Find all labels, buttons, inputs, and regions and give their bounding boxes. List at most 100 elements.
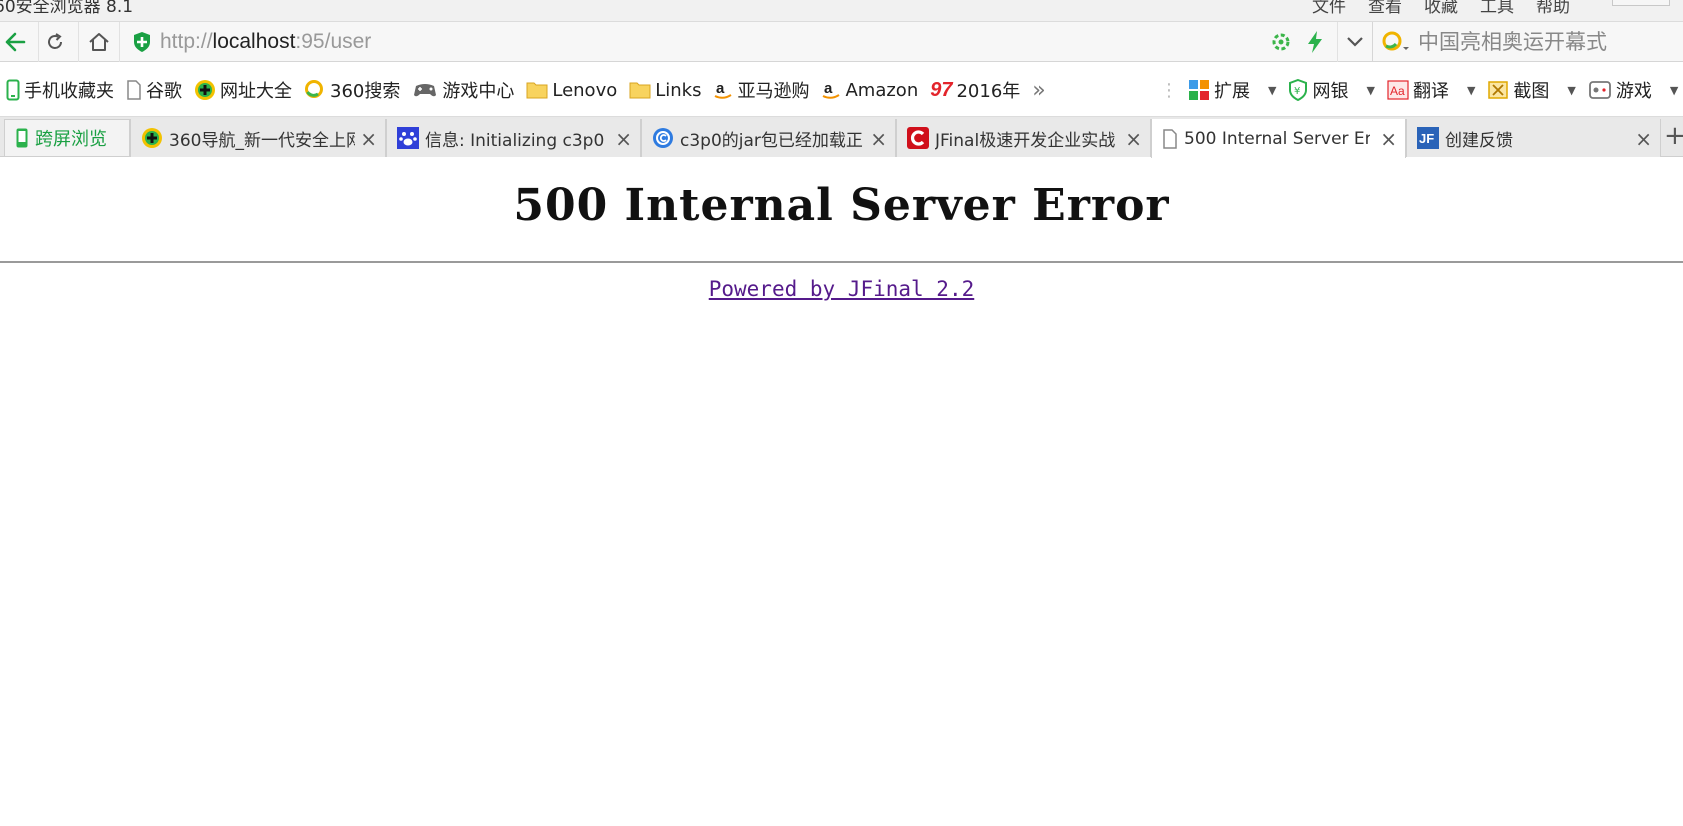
tab-500-error[interactable]: 500 Internal Server Erro × xyxy=(1151,119,1406,159)
menu-favorites[interactable]: 收藏 xyxy=(1424,0,1458,17)
c-logo-icon xyxy=(907,127,929,149)
360-nav-icon xyxy=(195,80,215,100)
translate-button[interactable]: Aa 翻译 ▼ xyxy=(1387,74,1475,106)
close-tab-icon[interactable]: × xyxy=(1380,127,1397,151)
cross-screen-browse-button[interactable]: 跨屏浏览 xyxy=(4,119,130,157)
caret-down-icon[interactable]: ▼ xyxy=(1670,84,1678,97)
url-field[interactable]: http://localhost:95/user xyxy=(122,22,1372,62)
menu-help[interactable]: 帮助 xyxy=(1536,0,1570,17)
360-search-icon xyxy=(305,80,323,98)
menu-tools[interactable]: 工具 xyxy=(1480,0,1514,17)
screenshot-icon xyxy=(1488,81,1509,99)
arrow-left-icon xyxy=(5,32,26,52)
caret-down-icon[interactable]: ▼ xyxy=(1366,84,1374,97)
gamepad-icon xyxy=(414,84,437,97)
double-chevron-icon: » xyxy=(1032,77,1046,103)
url-text: http://localhost:95/user xyxy=(160,30,371,54)
tab-360-navigation[interactable]: 360导航_新一代安全上网 × xyxy=(130,119,386,157)
refresh-icon xyxy=(47,33,62,49)
bookmarks-more-button[interactable]: » xyxy=(1026,74,1051,106)
online-banking-button[interactable]: ¥ 网银 ▼ xyxy=(1288,74,1375,106)
bookmark-mobile-favorites[interactable]: 手机收藏夹 xyxy=(0,74,120,106)
toolbar-extensions: ⋮ 扩展 ▼ ¥ 网银 ▼ Aa 翻译 ▼ 截图 ▼ 游戏 ▼ xyxy=(1160,70,1683,110)
bookmark-game-center[interactable]: 游戏中心 xyxy=(406,74,520,106)
screenshot-button[interactable]: 截图 ▼ xyxy=(1487,74,1576,106)
bookmark-amazon-cn[interactable]: a 亚马逊购 xyxy=(707,74,815,106)
svg-text:JF: JF xyxy=(1419,131,1434,146)
lightning-icon[interactable] xyxy=(1304,30,1326,54)
bookmark-folder-links[interactable]: Links xyxy=(623,74,707,106)
folder-icon xyxy=(629,82,651,99)
toolbar-grip-icon: ⋮ xyxy=(1160,79,1178,101)
tab-strip: 跨屏浏览 360导航_新一代安全上网 × 信息: Initializing c3… xyxy=(0,116,1683,159)
bookmark-folder-lenovo[interactable]: Lenovo xyxy=(520,74,623,106)
search-input[interactable] xyxy=(1418,30,1648,54)
page-content: 500 Internal Server Error Powered by JFi… xyxy=(0,158,1683,826)
extensions-button[interactable]: 扩展 ▼ xyxy=(1188,74,1276,106)
menu-bar: 文件 查看 收藏 工具 帮助 xyxy=(1312,0,1570,17)
svg-text:¥: ¥ xyxy=(1294,86,1300,97)
title-bar: 60安全浏览器 8.1 文件 查看 收藏 工具 帮助 xyxy=(0,0,1683,22)
bookmark-url-directory[interactable]: 网址大全 xyxy=(188,74,298,106)
close-tab-icon[interactable]: × xyxy=(360,127,377,151)
page-icon xyxy=(127,80,141,100)
360-search-icon[interactable] xyxy=(1382,30,1412,54)
tab-create-feedback[interactable]: JF 创建反馈 × xyxy=(1406,119,1661,157)
speed-gear-icon[interactable] xyxy=(1270,31,1292,53)
footer: Powered by JFinal 2.2 xyxy=(0,277,1683,301)
home-icon xyxy=(89,33,109,51)
svg-text:a: a xyxy=(716,80,725,97)
close-tab-icon[interactable]: × xyxy=(1125,127,1142,151)
window-control-button[interactable] xyxy=(1612,0,1670,6)
tab-c3p0-jar[interactable]: c3p0的jar包已经加载正 × xyxy=(641,119,896,157)
close-tab-icon[interactable]: × xyxy=(615,127,632,151)
caret-down-icon[interactable]: ▼ xyxy=(1268,84,1276,97)
page-icon xyxy=(1163,128,1177,149)
svg-text:a: a xyxy=(824,80,833,97)
security-shield-icon xyxy=(134,32,150,52)
amazon-icon: a xyxy=(715,80,733,99)
games-button[interactable]: 游戏 ▼ xyxy=(1588,74,1678,106)
address-actions xyxy=(1270,22,1326,62)
window-title: 60安全浏览器 8.1 xyxy=(0,0,134,17)
folder-icon xyxy=(526,82,548,99)
bookmark-2016[interactable]: 97 2016年 xyxy=(924,74,1026,106)
close-tab-icon[interactable]: × xyxy=(1635,127,1652,151)
phone-icon xyxy=(16,128,28,148)
menu-file[interactable]: 文件 xyxy=(1312,0,1346,17)
menu-view[interactable]: 查看 xyxy=(1368,0,1402,17)
360-nav-icon xyxy=(142,128,162,148)
jf-logo-icon: JF xyxy=(1417,127,1439,149)
refresh-button[interactable] xyxy=(38,22,70,62)
browser-window: 60安全浏览器 8.1 文件 查看 收藏 工具 帮助 http://localh… xyxy=(0,0,1683,826)
amazon-icon: a xyxy=(823,80,841,99)
new-tab-button[interactable]: + xyxy=(1664,121,1683,151)
svg-text:Aa: Aa xyxy=(1390,84,1405,98)
home-button[interactable] xyxy=(78,22,120,62)
baidu-paw-icon xyxy=(397,127,419,149)
bookmark-google[interactable]: 谷歌 xyxy=(120,74,188,106)
caret-down-icon[interactable]: ▼ xyxy=(1567,84,1575,97)
divider xyxy=(0,261,1683,263)
cc-icon xyxy=(653,128,673,148)
url-scheme: http:// xyxy=(160,30,213,53)
extensions-icon xyxy=(1189,80,1209,100)
close-tab-icon[interactable]: × xyxy=(870,127,887,151)
phone-icon xyxy=(6,79,20,101)
bookmark-360-search[interactable]: 360搜索 xyxy=(298,74,406,106)
game-icon xyxy=(1588,81,1611,99)
tab-jfinal-practice[interactable]: JFinal极速开发企业实战 × xyxy=(896,119,1151,157)
tab-c3p0-info[interactable]: 信息: Initializing c3p0 p × xyxy=(386,119,641,157)
powered-by-link[interactable]: Powered by JFinal 2.2 xyxy=(709,277,975,301)
search-box xyxy=(1374,22,1683,62)
caret-down-icon[interactable]: ▼ xyxy=(1467,84,1475,97)
page-title: 500 Internal Server Error xyxy=(513,180,1170,231)
url-path: :95/user xyxy=(295,30,372,53)
chevron-down-icon xyxy=(1347,37,1363,47)
back-button[interactable] xyxy=(0,22,30,62)
url-dropdown-button[interactable] xyxy=(1337,22,1373,62)
url-host: localhost xyxy=(212,30,296,53)
number-97-icon: 97 xyxy=(930,78,953,101)
bookmark-amazon[interactable]: a Amazon xyxy=(815,74,924,106)
translate-icon: Aa xyxy=(1387,80,1409,100)
